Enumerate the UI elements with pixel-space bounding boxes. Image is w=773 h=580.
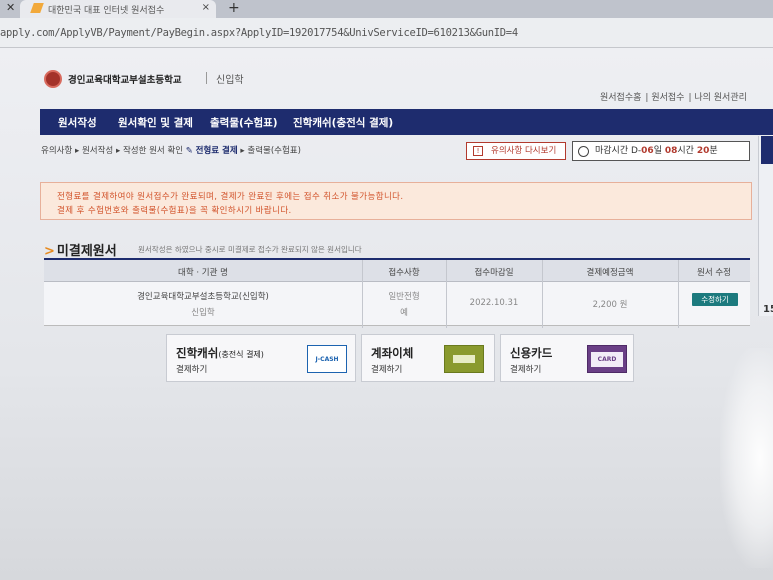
pay-card-button[interactable]: 신용카드 결제하기 CARD [500,334,634,382]
browser-tab[interactable]: 대한민국 대표 인터넷 원서접수 × [20,0,216,18]
deadline-days: 06 [641,146,654,156]
th-deadline: 접수마감일 [474,268,514,278]
th-school: 대학 · 기관 명 [178,268,228,278]
breadcrumb-step-notice: 유의사항 [41,146,73,156]
page: 경인교육대학교부설초등학교 신입학 원서접수홈 | 원서접수 | 나의 원서관리 원… [0,48,773,580]
browser-tab-bar: ✕ 대한민국 대표 인터넷 원서접수 × + [0,0,773,18]
school-name[interactable]: 경인교육대학교부설초등학교 [68,72,182,86]
row-amount: 2,200 원 [592,300,628,310]
nav-item-confirm-pay[interactable]: 원서확인 및 결제 [118,115,193,130]
clock-icon [578,146,589,157]
toplink-home[interactable]: 원서접수홈 [600,93,641,103]
breadcrumb-step-write: 원서작성 [81,146,114,156]
deadline-days-unit: 일 [653,146,662,156]
toplink-my[interactable]: 나의 원서관리 [694,93,747,103]
section-arrow-icon: > [44,244,55,259]
tab-title: 대한민국 대표 인터넷 원서접수 [48,6,165,16]
breadcrumb-step-check: 작성한 원서 확인 [122,146,184,156]
breadcrumb: 유의사항 ▸ 원서작성 ▸ 작성한 원서 확인 ✎ 전형료 결제 ▸ 출력물(수… [41,144,301,156]
top-links: 원서접수홈 | 원서접수 | 나의 원서관리 [600,93,747,103]
deadline-timer: 마감시간 D-06일 08시간 20분 [572,141,750,161]
pay-jcash-sub: 결제하기 [176,365,208,375]
breadcrumb-sep: ▸ [240,146,245,156]
deadline-minutes: 20 [696,146,710,156]
pay-transfer-title: 계좌이체 [371,346,414,360]
breadcrumb-sep: ▸ [115,146,121,156]
tab-close-button[interactable]: × [202,2,210,13]
right-side-panel [758,136,773,316]
url-text[interactable]: apply.com/ApplyVB/Payment/PayBegin.aspx?… [0,27,518,39]
nav-item-print[interactable]: 출력물(수험표) [210,115,278,130]
alert-line-2: 결제 후 수험번호와 출력물(수험표)을 꼭 확인하시기 바랍니다. [57,206,292,216]
jcash-icon-text: J-CASH [315,356,339,363]
th-type: 접수사항 [388,268,420,278]
alert-line-1: 전형료를 결제하여야 원서접수가 완료되며, 결제가 완료된 후에는 접수 취소… [57,192,404,202]
section-desc: 원서작성은 하였으나 중시로 미결제로 접수가 완료되지 않은 원서입니다 [138,245,362,254]
pay-transfer-button[interactable]: 계좌이체 결제하기 [361,334,495,382]
deadline-minutes-unit: 분 [709,146,718,156]
nav-item-cash[interactable]: 진학캐쉬(충전식 결제) [293,115,393,130]
side-panel-header [761,136,773,164]
bank-transfer-icon [444,345,484,373]
col-divider [446,260,447,328]
side-number: 15 [763,304,773,315]
nav-item-write[interactable]: 원서작성 [58,115,97,130]
deadline-hours: 08 [664,146,678,156]
favicon-icon [30,3,44,13]
card-icon-text: CARD [591,352,623,367]
notice-icon: ! [473,146,483,156]
section-title: > 미결제원서 [44,240,117,259]
address-bar[interactable]: apply.com/ApplyVB/Payment/PayBegin.aspx?… [0,18,773,48]
pay-jcash-title: 진학캐쉬(충전식 결제) [176,345,264,361]
new-tab-button[interactable]: + [228,0,240,16]
col-divider [542,260,543,328]
row-school-sub: 신입학 [191,308,215,318]
close-icon[interactable]: ✕ [6,1,15,14]
pay-jcash-title-small: (충전식 결제) [218,350,264,359]
toplink-apply[interactable]: 원서접수 [651,93,684,103]
edit-button[interactable]: 수정하기 [692,293,738,306]
jcash-icon: J-CASH [307,345,347,373]
school-logo-icon [44,70,62,88]
th-edit: 원서 수정 [697,268,731,278]
payment-alert: 전형료를 결제하여야 원서접수가 완료되며, 결제가 완료된 후에는 접수 취소… [40,182,752,220]
row-deadline: 2022.10.31 [469,298,519,308]
dept-label: 신입학 [216,75,244,86]
pay-jcash-button[interactable]: 진학캐쉬(충전식 결제) 결제하기 J-CASH [166,334,356,382]
pay-card-sub: 결제하기 [510,365,542,375]
breadcrumb-step-pay: 전형료 결제 [195,146,238,156]
th-amount: 결제예정금액 [586,268,634,278]
notice-again-label: 유의사항 다시보기 [491,146,557,156]
table-header: 대학 · 기관 명 접수사항 접수마감일 결제예정금액 원서 수정 [44,260,750,282]
row-type-2: 예 [400,308,408,318]
pay-transfer-sub: 결제하기 [371,365,403,375]
deadline-hours-unit: 시간 [677,146,694,156]
breadcrumb-step-print: 출력물(수험표) [247,146,301,156]
pencil-icon: ✎ [185,146,193,156]
header-divider [206,72,207,84]
notice-again-button[interactable]: ! 유의사항 다시보기 [466,142,566,160]
credit-card-icon: CARD [587,345,627,373]
breadcrumb-sep: ▸ [74,146,80,156]
screen-glare [720,348,773,568]
row-school: 경인교육대학교부설초등학교(신입학) [137,292,269,302]
pay-jcash-title-text: 진학캐쉬 [176,346,219,360]
main-nav: 원서작성 원서확인 및 결제 출력물(수험표) 진학캐쉬(충전식 결제) [40,109,773,135]
pay-card-title: 신용카드 [510,346,553,360]
row-type: 일반전형 [388,292,420,302]
deadline-label: 마감시간 D- [595,146,642,156]
col-divider [678,260,679,328]
section-title-text: 미결제원서 [56,244,117,259]
unpaid-table: 대학 · 기관 명 접수사항 접수마감일 결제예정금액 원서 수정 경인교육대학… [44,258,750,328]
